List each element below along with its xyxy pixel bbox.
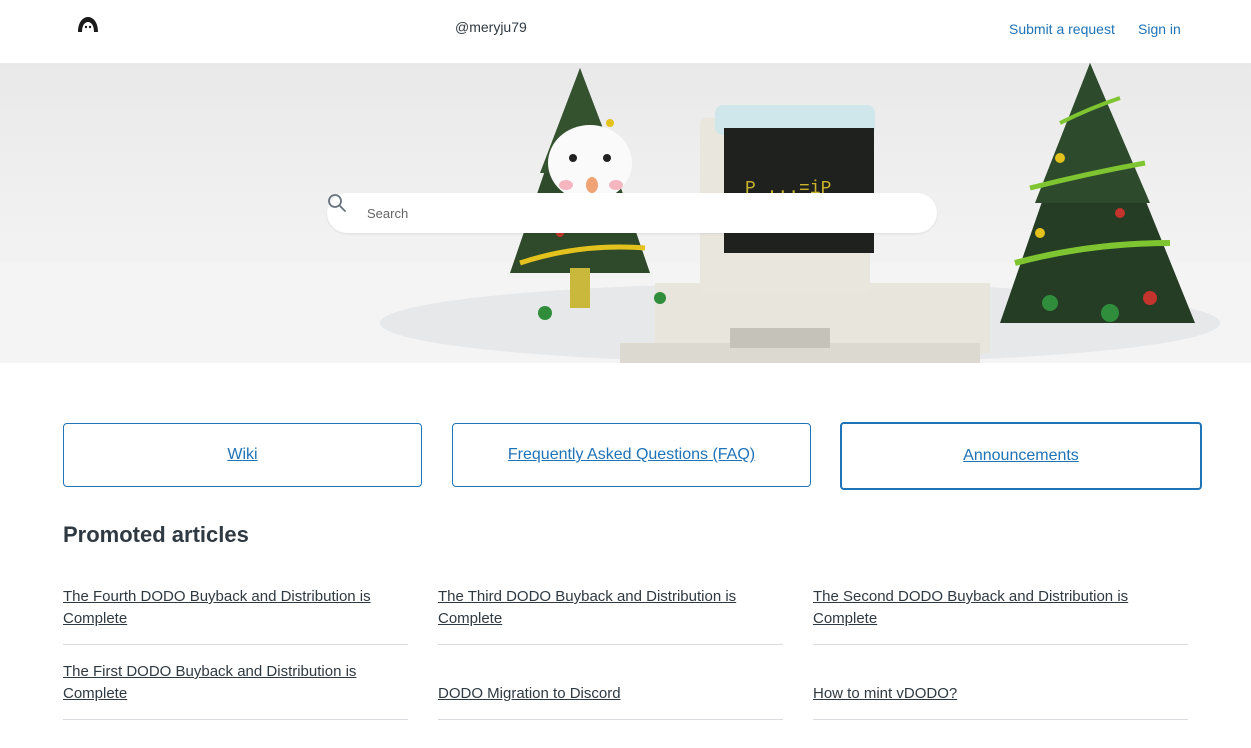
promoted-articles-title: Promoted articles xyxy=(63,522,249,547)
search-input[interactable] xyxy=(367,193,917,233)
site-header: @meryju79 Submit a request Sign in xyxy=(0,0,1251,63)
search-box xyxy=(327,193,937,233)
submit-request-link[interactable]: Submit a request xyxy=(1009,21,1115,37)
promoted-article-link[interactable]: The First DODO Buyback and Distribution … xyxy=(63,645,408,720)
block-announcements[interactable]: Announcements xyxy=(840,422,1202,490)
dodo-logo-icon[interactable] xyxy=(76,14,100,34)
promoted-article-link[interactable]: The Second DODO Buyback and Distribution… xyxy=(813,570,1188,645)
promoted-article-link[interactable]: The Third DODO Buyback and Distribution … xyxy=(438,570,783,645)
hero-banner: P ...=iP xyxy=(0,63,1251,363)
sign-in-link[interactable]: Sign in xyxy=(1138,21,1181,37)
block-faq[interactable]: Frequently Asked Questions (FAQ) xyxy=(452,423,811,487)
username-label: @meryju79 xyxy=(455,19,527,35)
promoted-article-link[interactable]: How to mint vDODO? xyxy=(813,645,1188,720)
block-wiki[interactable]: Wiki xyxy=(63,423,422,487)
promoted-article-link[interactable]: DODO Migration to Discord xyxy=(438,645,783,720)
promoted-article-link[interactable]: The Fourth DODO Buyback and Distribution… xyxy=(63,570,408,645)
search-icon xyxy=(328,194,346,212)
